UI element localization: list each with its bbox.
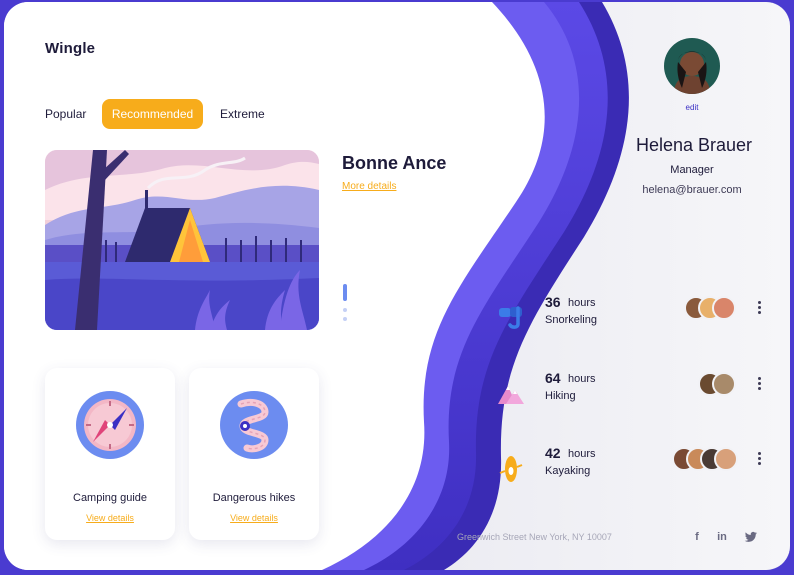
profile-avatar[interactable] xyxy=(664,38,720,94)
edit-profile-link[interactable]: edit xyxy=(664,103,720,112)
activity-hours-unit: hours xyxy=(568,448,596,460)
app-logo: Wingle xyxy=(45,40,96,57)
tab-popular[interactable]: Popular xyxy=(45,99,86,129)
profile-name: Helena Brauer xyxy=(635,135,753,155)
linkedin-icon[interactable]: in xyxy=(715,530,729,544)
participant-avatar xyxy=(714,447,738,471)
profile-role: Manager xyxy=(670,164,714,176)
profile-email: helena@brauer.com xyxy=(642,184,742,196)
participant-avatar xyxy=(712,372,736,396)
more-options-icon[interactable] xyxy=(754,452,764,468)
activity-name: Snorkeling xyxy=(545,314,597,326)
kayak-icon xyxy=(496,453,526,483)
featured-image[interactable] xyxy=(45,150,319,330)
tab-extreme[interactable]: Extreme xyxy=(220,99,265,129)
pager-dot[interactable] xyxy=(343,308,347,312)
activity-row-hiking[interactable]: 64 hours Hiking xyxy=(496,370,776,416)
participants-group[interactable] xyxy=(684,296,740,322)
tab-recommended[interactable]: Recommended xyxy=(102,99,203,129)
activity-hours-unit: hours xyxy=(568,297,596,309)
facebook-icon[interactable]: f xyxy=(690,530,704,544)
participants-group[interactable] xyxy=(698,372,740,398)
more-options-icon[interactable] xyxy=(754,377,764,393)
footer-address: Greenwich Street New York, NY 10007 xyxy=(457,532,612,542)
activity-hours-unit: hours xyxy=(568,373,596,385)
card-camping-guide[interactable]: Camping guide View details xyxy=(45,368,175,540)
snorkel-icon xyxy=(496,302,526,332)
more-details-link[interactable]: More details xyxy=(342,181,396,192)
activity-row-snorkeling[interactable]: 36 hours Snorkeling xyxy=(496,294,776,340)
participant-avatar xyxy=(712,296,736,320)
trail-route-icon xyxy=(219,390,289,460)
tent-landscape-illustration xyxy=(45,150,319,330)
compass-icon xyxy=(75,390,145,460)
pager-dot[interactable] xyxy=(343,317,347,321)
twitter-icon[interactable] xyxy=(744,530,758,544)
activity-row-kayaking[interactable]: 42 hours Kayaking xyxy=(496,445,776,491)
slide-pager[interactable] xyxy=(342,284,348,321)
view-details-link[interactable]: View details xyxy=(189,513,319,523)
card-title: Dangerous hikes xyxy=(212,492,296,504)
card-dangerous-hikes[interactable]: Dangerous hikes View details xyxy=(189,368,319,540)
activity-hours: 36 xyxy=(545,294,561,310)
activity-name: Hiking xyxy=(545,390,576,402)
activity-hours: 64 xyxy=(545,370,561,386)
activity-name: Kayaking xyxy=(545,465,591,477)
app-window: Wingle Popular Recommended Extreme Bonne… xyxy=(4,2,790,570)
mountain-icon xyxy=(496,378,526,408)
more-options-icon[interactable] xyxy=(754,301,764,317)
view-details-link[interactable]: View details xyxy=(45,513,175,523)
pager-dot-active[interactable] xyxy=(343,284,347,301)
card-title: Camping guide xyxy=(73,492,147,504)
participants-group[interactable] xyxy=(672,447,740,473)
featured-title: Bonne Ance xyxy=(342,153,447,173)
activity-hours: 42 xyxy=(545,445,561,461)
